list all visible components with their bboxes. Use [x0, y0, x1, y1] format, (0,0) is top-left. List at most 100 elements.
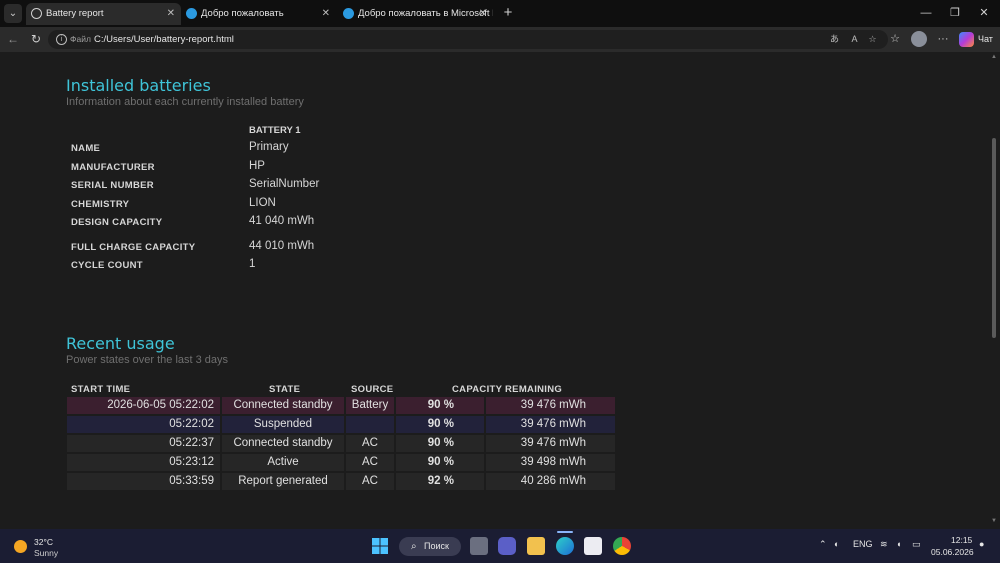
new-tab-button[interactable]: +	[500, 4, 516, 22]
favorites-icon[interactable]: ☆	[887, 31, 903, 47]
scroll-down-icon[interactable]: ▼	[990, 518, 998, 526]
tab-bar: ⌄ Battery report ✕ Добро пожаловать ✕ До…	[0, 0, 1000, 27]
copilot-icon	[959, 32, 974, 47]
notification-icon[interactable]: ●	[979, 539, 984, 549]
cell-start-time: 05:23:12	[67, 454, 220, 471]
taskbar: 32°C Sunny ⌕ Поиск ⌃ ◐ ENG ≋ ◖ ▭ 12:15 0…	[0, 529, 1000, 563]
value-cycle-count: 1	[249, 258, 256, 270]
cell-state: Suspended	[222, 416, 344, 433]
cell-capacity-percent: 90 %	[396, 435, 484, 452]
clock-time[interactable]: 12:15	[951, 535, 972, 545]
cell-state: Connected standby	[222, 397, 344, 414]
volume-icon[interactable]: ◖	[896, 539, 901, 549]
cell-capacity-percent: 90 %	[396, 397, 484, 414]
tab-title: Добро пожаловать в Microsoft E	[358, 8, 493, 19]
language-indicator[interactable]: ENG	[853, 539, 873, 549]
installed-batteries-title: Installed batteries	[66, 76, 211, 95]
chrome-icon[interactable]	[613, 537, 631, 555]
start-icon[interactable]	[371, 537, 389, 555]
label-design-capacity: DESIGN CAPACITY	[71, 217, 163, 228]
teams-icon[interactable]	[498, 537, 516, 555]
cell-source: Battery	[346, 397, 394, 414]
cell-capacity-mwh: 39 476 mWh	[486, 435, 615, 452]
tab-battery-report[interactable]: Battery report ✕	[26, 3, 181, 25]
header-start-time: START TIME	[71, 384, 131, 395]
cell-source: AC	[346, 454, 394, 471]
weather-temperature[interactable]: 32°C	[34, 537, 53, 547]
tab-welcome[interactable]: Добро пожаловать ✕	[181, 3, 336, 25]
edge-icon[interactable]	[556, 537, 574, 555]
installed-batteries-subtitle: Information about each currently install…	[66, 96, 304, 108]
favorite-star-icon[interactable]: ☆	[866, 33, 879, 46]
back-button[interactable]: ←	[5, 31, 21, 47]
recent-usage-subtitle: Power states over the last 3 days	[66, 354, 229, 366]
sun-icon[interactable]	[14, 540, 27, 553]
cell-state: Active	[222, 454, 344, 471]
tab-welcome-edge[interactable]: Добро пожаловать в Microsoft E ✕	[338, 3, 493, 25]
cell-state: Report generated	[222, 473, 344, 490]
cell-capacity-mwh: 39 476 mWh	[486, 416, 615, 433]
profile-avatar[interactable]	[911, 31, 927, 47]
cell-source	[346, 416, 394, 433]
cell-capacity-percent: 90 %	[396, 454, 484, 471]
wifi-icon[interactable]: ≋	[880, 539, 888, 550]
tab-title: Battery report	[46, 8, 104, 19]
edge-icon	[343, 8, 354, 19]
more-options-icon[interactable]: ···	[935, 31, 951, 47]
file-explorer-icon[interactable]	[527, 537, 545, 555]
task-view-icon[interactable]	[470, 537, 488, 555]
tab-actions-menu-button[interactable]: ⌄	[4, 4, 22, 23]
refresh-button[interactable]: ↻	[28, 31, 44, 47]
header-capacity-remaining: CAPACITY REMAINING	[452, 384, 563, 395]
translate-icon[interactable]: あ	[828, 33, 841, 46]
globe-icon	[31, 8, 42, 19]
label-cycle-count: CYCLE COUNT	[71, 260, 143, 271]
vertical-scrollbar[interactable]: ▲ ▼	[988, 52, 1000, 529]
recent-usage-title: Recent usage	[66, 334, 175, 353]
edge-icon	[186, 8, 197, 19]
label-manufacturer: MANUFACTURER	[71, 162, 155, 173]
address-bar[interactable]: i Файл C:/Users/User/battery-report.html…	[48, 30, 888, 49]
cell-source: AC	[346, 473, 394, 490]
meet-icon[interactable]: ◐	[834, 539, 839, 549]
header-state: STATE	[269, 384, 301, 395]
table-row: 05:23:12 Active AC 90 % 39 498 mWh	[67, 454, 615, 471]
cell-start-time: 2026-06-05 05:22:02	[67, 397, 220, 414]
value-chemistry: LION	[249, 197, 276, 209]
url-text[interactable]: C:/Users/User/battery-report.html	[94, 30, 234, 49]
label-chemistry: CHEMISTRY	[71, 199, 130, 210]
cell-start-time: 05:22:37	[67, 435, 220, 452]
table-row: 05:22:37 Connected standby AC 90 % 39 47…	[67, 435, 615, 452]
scrollbar-thumb[interactable]	[992, 138, 996, 338]
cell-capacity-mwh: 40 286 mWh	[486, 473, 615, 490]
cell-capacity-percent: 92 %	[396, 473, 484, 490]
cell-capacity-mwh: 39 498 mWh	[486, 454, 615, 471]
maximize-button[interactable]: ❐	[947, 5, 963, 21]
store-icon[interactable]	[584, 537, 602, 555]
close-window-button[interactable]: ✕	[976, 5, 992, 21]
close-icon[interactable]: ✕	[479, 3, 487, 25]
copilot-chat-button[interactable]: Чат	[957, 30, 997, 49]
chevron-up-icon[interactable]: ⌃	[819, 539, 827, 550]
value-full-charge-capacity: 44 010 mWh	[249, 240, 315, 252]
value-name: Primary	[249, 141, 289, 153]
taskbar-search[interactable]: ⌕ Поиск	[399, 537, 461, 556]
close-icon[interactable]: ✕	[322, 3, 330, 25]
battery-icon[interactable]: ▭	[912, 539, 921, 550]
table-row: 05:33:59 Report generated AC 92 % 40 286…	[67, 473, 615, 490]
cell-source: AC	[346, 435, 394, 452]
close-icon[interactable]: ✕	[167, 3, 175, 25]
active-app-indicator	[557, 531, 573, 533]
scroll-up-icon[interactable]: ▲	[990, 54, 998, 62]
navigation-bar: ← ↻ i Файл C:/Users/User/battery-report.…	[0, 27, 1000, 52]
page-content: Installed batteries Information about ea…	[0, 52, 988, 529]
clock-date[interactable]: 05.06.2026	[931, 547, 974, 557]
weather-condition[interactable]: Sunny	[34, 548, 58, 558]
search-label: Поиск	[424, 541, 449, 551]
file-label: Файл	[70, 34, 91, 44]
label-name: NAME	[71, 143, 101, 154]
read-aloud-icon[interactable]: A	[848, 33, 861, 46]
info-icon[interactable]: i	[56, 34, 67, 45]
minimize-button[interactable]: —	[918, 5, 934, 21]
search-icon: ⌕	[411, 541, 417, 552]
